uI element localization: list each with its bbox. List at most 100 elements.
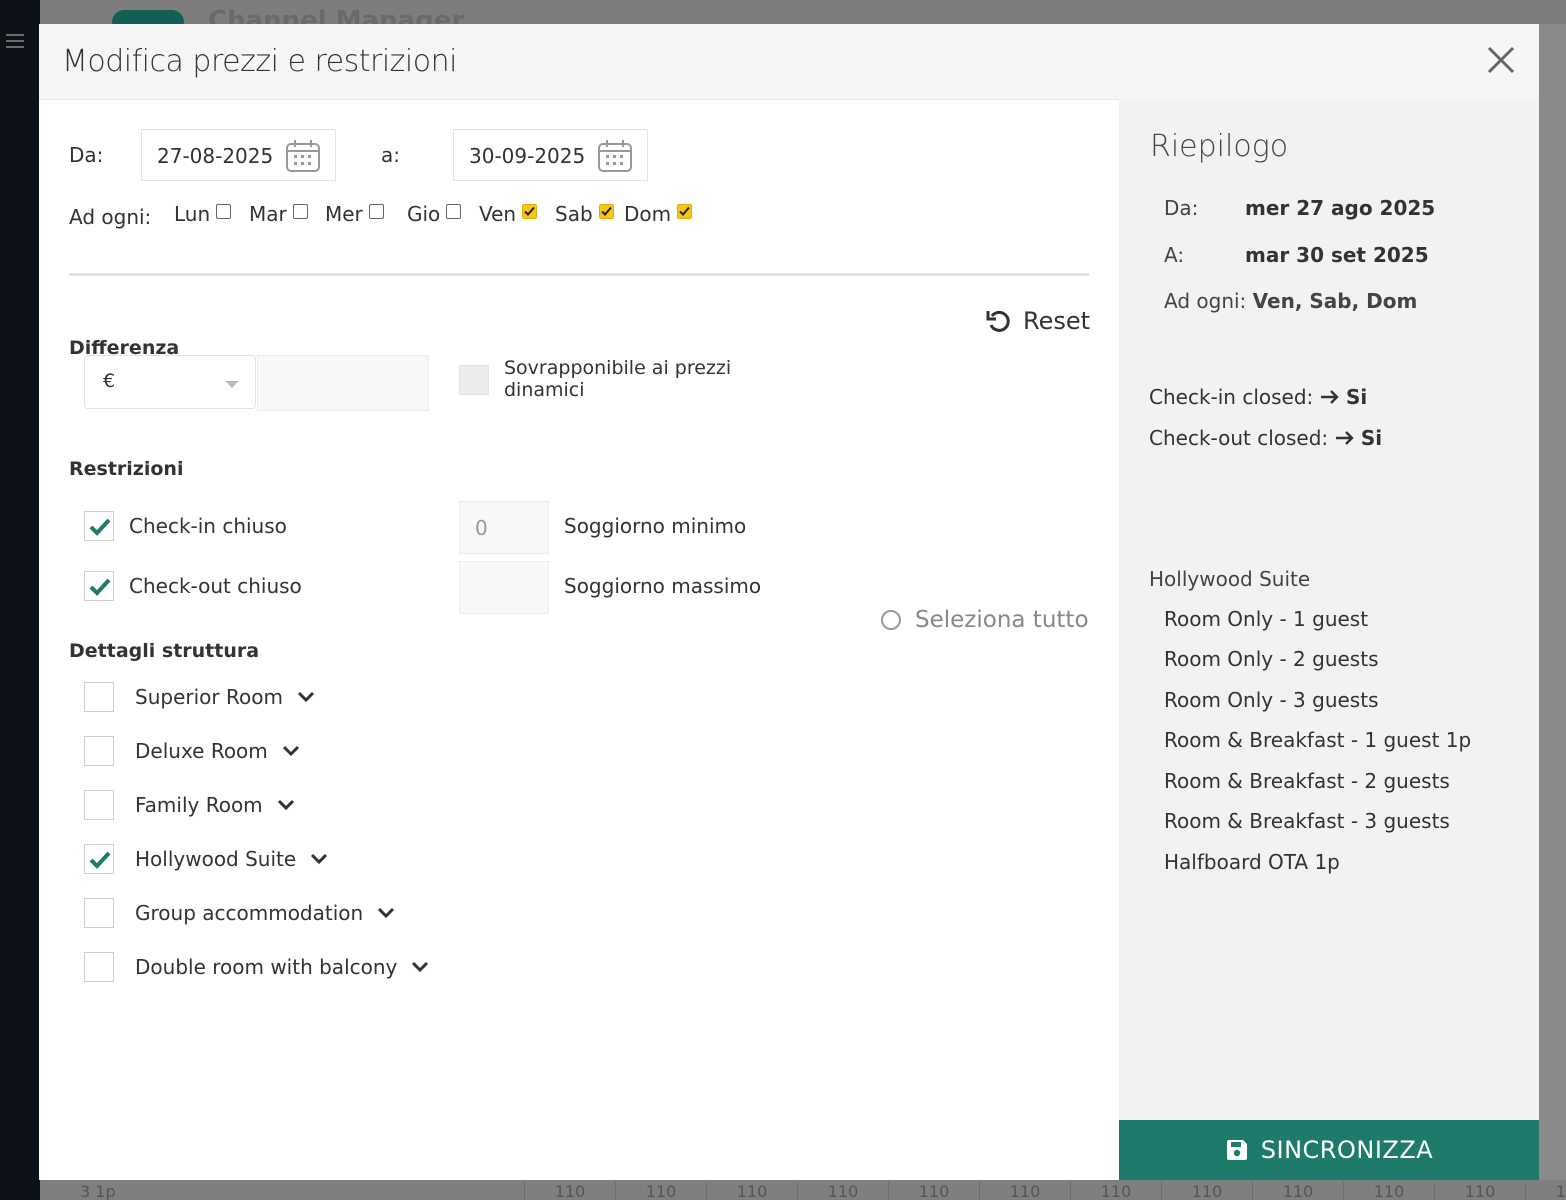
summary-rate: Room Only - 1 guest [1164,607,1369,631]
room-checkbox[interactable] [84,682,114,712]
weekday-mar[interactable]: Mar [249,202,308,226]
chevron-down-icon[interactable] [277,799,295,811]
checkout-closed-label: Check-out chiuso [129,574,302,598]
weekday-gio[interactable]: Gio [407,202,462,226]
reset-button[interactable]: Reset [985,307,1090,335]
calendar-cell: 110 [615,1182,706,1200]
room-item: Hollywood Suite [84,844,328,874]
to-date-label: a: [381,143,400,167]
select-all-button[interactable]: Seleziona tutto [881,607,1089,633]
chevron-down-icon[interactable] [310,853,328,865]
summary-checkout-value: Si [1360,426,1383,450]
section-divider [69,273,1089,276]
room-checkbox[interactable] [84,736,114,766]
form-panel: Da: 27-08-2025 a: 30-09-2025 Ad ogni: Lu… [39,99,1119,1180]
app-sidebar [0,0,40,1200]
calendar-icon[interactable] [597,139,633,173]
check-icon [524,206,535,216]
weekday-label: Gio [407,202,441,226]
check-icon [679,206,690,216]
weekday-ven[interactable]: Ven [479,202,538,226]
modal-title: Modifica prezzi e restrizioni [62,44,457,79]
room-checkbox[interactable] [84,898,114,928]
summary-rate: Halfboard OTA 1p [1164,850,1340,874]
modal-header: Modifica prezzi e restrizioni [39,24,1539,100]
check-icon [89,518,111,536]
sync-label: SINCRONIZZA [1260,1136,1434,1164]
room-checkbox[interactable] [84,952,114,982]
calendar-cell: 110 [979,1182,1070,1200]
room-item: Deluxe Room [84,736,300,766]
weekday-checkbox[interactable] [368,203,384,219]
calendar-row-label: 3 1p [80,1182,116,1200]
room-item: Group accommodation [84,898,395,928]
difference-amount-input[interactable] [257,355,429,411]
app-calendar-row: 3 1p 110 110 110 110 110 110 110 110 110… [40,1180,1566,1200]
chevron-down-icon[interactable] [282,745,300,757]
to-date-input[interactable]: 30-09-2025 [453,129,648,181]
summary-days-label: Ad ogni: [1164,289,1247,313]
check-icon [600,206,612,216]
room-name: Double room with balcony [135,955,398,979]
checkout-closed-checkbox[interactable] [84,571,114,601]
weekday-checkbox[interactable] [598,203,614,219]
room-name: Family Room [135,793,263,817]
room-name: Group accommodation [135,901,364,925]
overlap-checkbox[interactable] [459,365,489,395]
chevron-down-icon[interactable] [377,907,395,919]
arrow-right-icon [1335,431,1354,445]
room-item: Double room with balcony [84,952,429,982]
edit-prices-modal: Modifica prezzi e restrizioni Da: 27-08-… [39,24,1539,1180]
weekday-checkbox[interactable] [677,203,693,219]
chevron-down-icon[interactable] [297,691,315,703]
calendar-cell: 110 [1343,1182,1434,1200]
sync-button[interactable]: SINCRONIZZA [1119,1120,1539,1180]
weekday-dom[interactable]: Dom [624,202,693,226]
select-all-label: Seleziona tutto [915,607,1089,633]
room-item: Family Room [84,790,295,820]
room-name: Superior Room [135,685,283,709]
calendar-icon[interactable] [285,139,321,173]
summary-checkin-label: Check-in closed: [1149,385,1314,409]
weekday-checkbox[interactable] [522,203,538,219]
room-checkbox[interactable] [84,844,114,874]
to-date-value: 30-09-2025 [469,144,586,168]
room-checkbox[interactable] [84,790,114,820]
summary-to-label: A: [1164,243,1185,267]
close-icon [1487,46,1515,74]
checkin-closed-checkbox[interactable] [84,511,114,541]
reset-icon [986,310,1010,332]
menu-icon [6,34,24,48]
room-item: Superior Room [84,682,315,712]
summary-checkout-label: Check-out closed: [1149,426,1329,450]
weekday-checkbox[interactable] [446,203,462,219]
weekday-checkbox[interactable] [216,203,232,219]
summary-rate: Room & Breakfast - 1 guest 1p [1164,728,1472,752]
summary-rate: Room Only - 2 guests [1164,647,1379,671]
reset-label: Reset [1023,307,1091,335]
min-stay-input[interactable]: 0 [459,501,549,554]
arrow-right-icon [1320,390,1339,404]
structure-title: Dettagli struttura [69,640,260,662]
close-button[interactable] [1483,42,1519,78]
save-icon [1226,1140,1247,1160]
app-topbar: Channel Manager [40,0,1566,36]
summary-rate: Room Only - 3 guests [1164,688,1379,712]
chevron-down-icon[interactable] [411,961,429,973]
weekday-label: Mer [325,202,363,226]
weekday-checkbox[interactable] [292,203,308,219]
from-date-input[interactable]: 27-08-2025 [141,129,336,181]
currency-select[interactable]: € [84,355,256,409]
calendar-cell: 110 [797,1182,888,1200]
weekday-label: Dom [624,202,672,226]
summary-rate: Room & Breakfast - 3 guests [1164,809,1450,833]
summary-days-line: Ad ogni: Ven, Sab, Dom [1164,289,1417,313]
weekday-lun[interactable]: Lun [174,202,232,226]
calendar-cell: 110 [1252,1182,1343,1200]
summary-checkin-value: Si [1346,385,1368,409]
weekday-sab[interactable]: Sab [555,202,614,226]
max-stay-input[interactable] [459,561,549,614]
summary-checkin-line: Check-in closed: Si [1149,385,1367,409]
weekday-mer[interactable]: Mer [325,202,384,226]
room-name: Hollywood Suite [135,847,297,871]
